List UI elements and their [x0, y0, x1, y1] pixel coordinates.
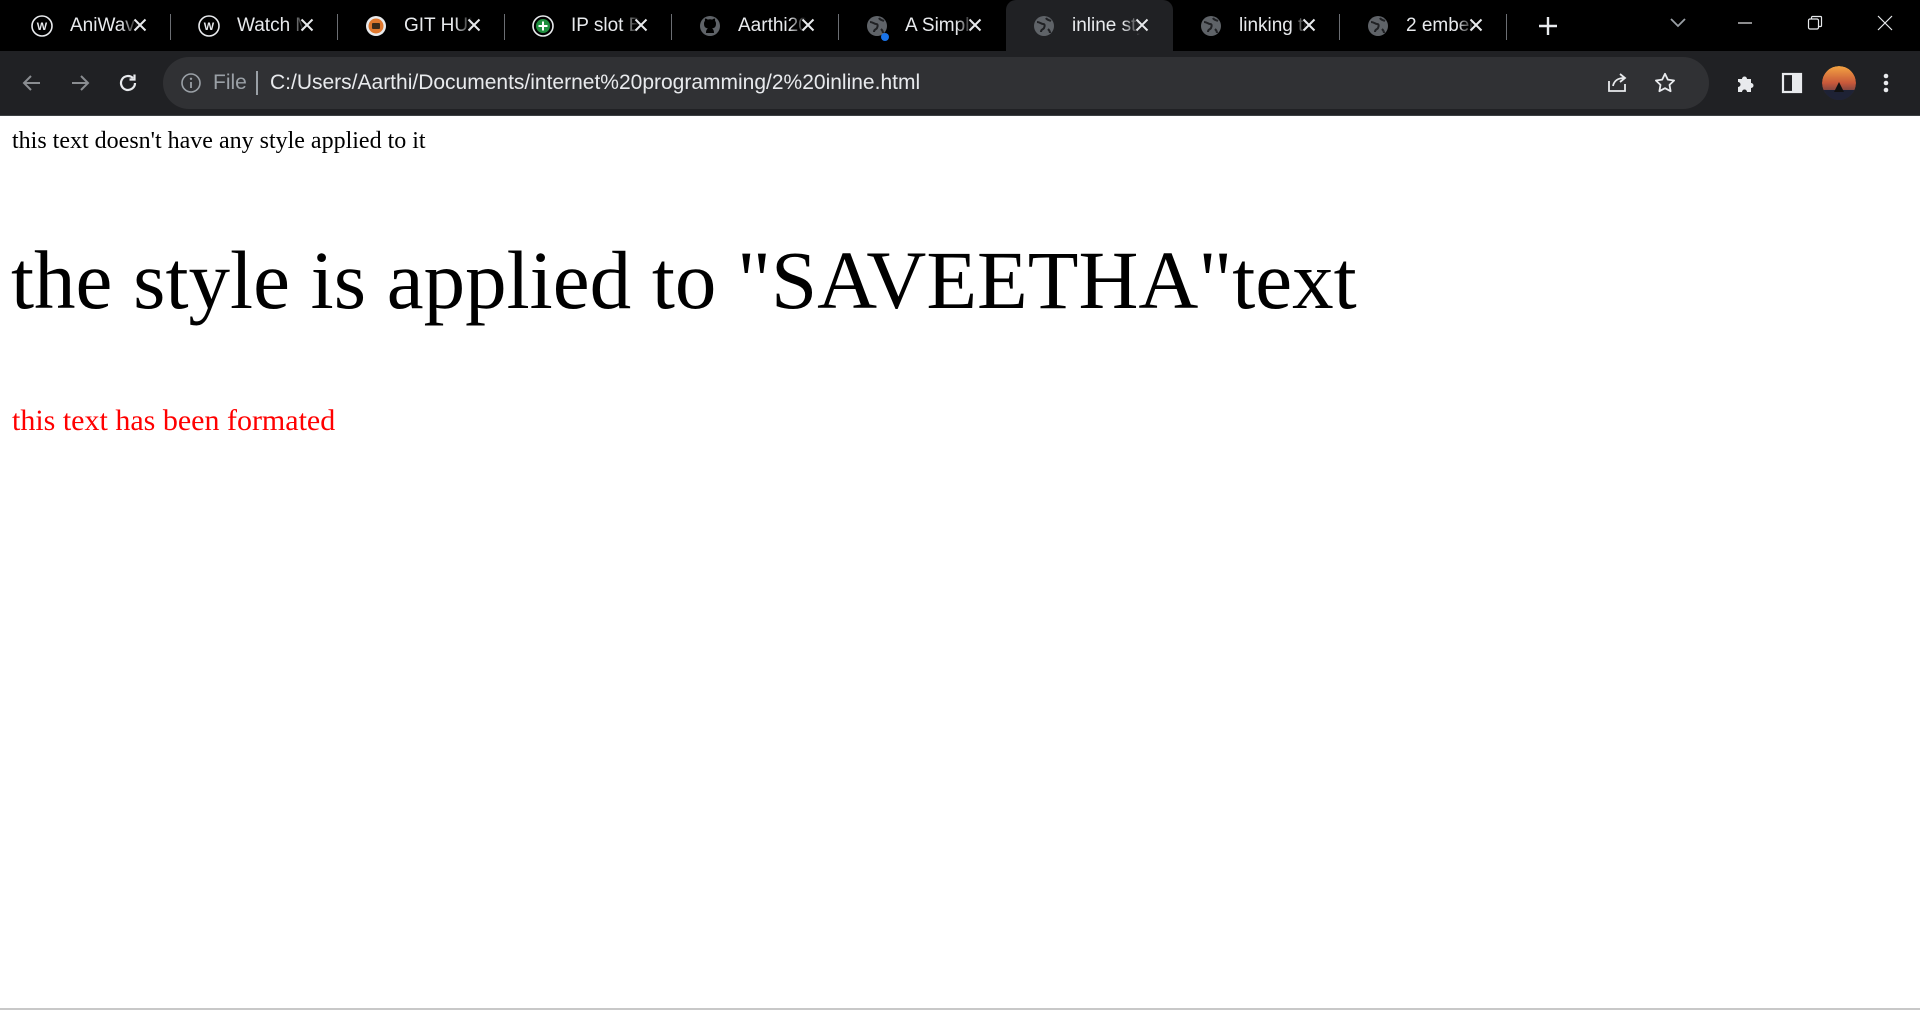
- extensions-button[interactable]: [1728, 65, 1764, 101]
- web-page: this text doesn't have any style applied…: [0, 116, 1920, 1010]
- svg-text:W: W: [37, 21, 48, 33]
- tab-title: A Simple: [905, 14, 973, 36]
- arrow-right-icon: [72, 75, 90, 91]
- url-divider: [256, 71, 258, 95]
- tab-title: Watch My: [237, 14, 305, 36]
- tab-title: IP slot B: [571, 14, 639, 36]
- tab-title: linking to: [1239, 14, 1307, 36]
- close-tab-button[interactable]: [1131, 14, 1153, 36]
- tab[interactable]: 2 embed: [1340, 0, 1507, 51]
- side-panel-button[interactable]: [1774, 65, 1810, 101]
- forward-button[interactable]: [61, 64, 99, 102]
- more-vert-icon: [1883, 73, 1889, 93]
- globe-icon: [1199, 14, 1223, 38]
- plus-circle-icon: [531, 14, 555, 38]
- close-icon: [1135, 18, 1149, 32]
- puzzle-icon: [1738, 76, 1754, 92]
- close-tab-button[interactable]: [797, 14, 819, 36]
- svg-text:W: W: [204, 21, 215, 33]
- close-icon: [968, 18, 982, 32]
- avatar[interactable]: [1822, 66, 1856, 100]
- info-icon[interactable]: [179, 71, 203, 95]
- tab-strip: W AniWave W Watch My GIT HUB IP slot B Aarthi2…: [0, 0, 1920, 51]
- reload-button[interactable]: [109, 64, 147, 102]
- close-tab-button[interactable]: [630, 14, 652, 36]
- tab-separator: [1506, 14, 1507, 40]
- tab-title: inline style: [1072, 14, 1140, 36]
- minimize-icon: [1738, 21, 1752, 24]
- url-text[interactable]: C:/Users/Aarthi/Documents/internet%20pro…: [270, 57, 920, 109]
- tab[interactable]: GIT HUB: [338, 0, 505, 51]
- tab-search-button[interactable]: [1650, 0, 1706, 45]
- browser-toolbar: File C:/Users/Aarthi/Documents/internet%…: [0, 51, 1920, 116]
- reload-icon: [119, 74, 137, 92]
- tab[interactable]: IP slot B: [505, 0, 672, 51]
- close-tab-button[interactable]: [1465, 14, 1487, 36]
- close-icon: [467, 18, 481, 32]
- globe-icon: [1366, 14, 1390, 38]
- minimize-button[interactable]: [1710, 0, 1780, 45]
- close-tab-button[interactable]: [296, 14, 318, 36]
- address-bar[interactable]: File C:/Users/Aarthi/Documents/internet%…: [163, 57, 1709, 109]
- back-button[interactable]: [13, 64, 51, 102]
- styled-heading: the style is applied to "SAVEETHA"text: [11, 234, 1357, 326]
- window-controls: [1710, 0, 1920, 51]
- close-tab-button[interactable]: [964, 14, 986, 36]
- tab[interactable]: inline style: [1006, 0, 1173, 51]
- restore-button[interactable]: [1780, 0, 1850, 45]
- aniwave-icon: W: [30, 14, 54, 38]
- close-icon: [1469, 18, 1483, 32]
- git-hub-icon: [364, 14, 388, 38]
- side-panel-icon: [1781, 72, 1803, 94]
- close-icon: [133, 18, 147, 32]
- close-tab-button[interactable]: [1298, 14, 1320, 36]
- close-tab-button[interactable]: [129, 14, 151, 36]
- menu-button[interactable]: [1868, 65, 1904, 101]
- close-tab-button[interactable]: [463, 14, 485, 36]
- tab[interactable]: Aarthi20: [672, 0, 839, 51]
- plain-text: this text doesn't have any style applied…: [12, 128, 426, 154]
- tab[interactable]: linking to: [1173, 0, 1340, 51]
- share-icon: [1608, 73, 1627, 92]
- audio-indicator-dot: [881, 33, 889, 41]
- chevron-down-icon: [1670, 17, 1686, 27]
- tab-title: 2 embed: [1406, 14, 1474, 36]
- tabs: W AniWave W Watch My GIT HUB IP slot B Aarthi2…: [0, 0, 1507, 51]
- close-icon: [1877, 15, 1893, 30]
- arrow-left-icon: [22, 75, 40, 91]
- github-icon: [698, 14, 722, 38]
- tab[interactable]: W Watch My: [171, 0, 338, 51]
- tab-title: Aarthi20: [738, 14, 806, 36]
- share-button[interactable]: [1603, 69, 1631, 97]
- plus-icon: [1539, 16, 1557, 35]
- star-icon: [1655, 72, 1675, 93]
- bookmark-button[interactable]: [1651, 69, 1679, 97]
- globe-icon: [1032, 14, 1056, 38]
- aniwave-icon: W: [197, 14, 221, 38]
- restore-icon: [1807, 15, 1823, 30]
- tab[interactable]: A Simple: [839, 0, 1006, 51]
- close-icon: [1302, 18, 1316, 32]
- close-window-button[interactable]: [1850, 0, 1920, 45]
- formatted-text: this text has been formated: [12, 404, 336, 437]
- close-icon: [300, 18, 314, 32]
- tab-title: AniWave: [70, 14, 138, 36]
- tab-title: GIT HUB: [404, 14, 472, 36]
- close-icon: [634, 18, 648, 32]
- url-scheme-label: File: [213, 71, 247, 94]
- tab[interactable]: W AniWave: [4, 0, 171, 51]
- close-icon: [801, 18, 815, 32]
- new-tab-button[interactable]: [1523, 0, 1573, 51]
